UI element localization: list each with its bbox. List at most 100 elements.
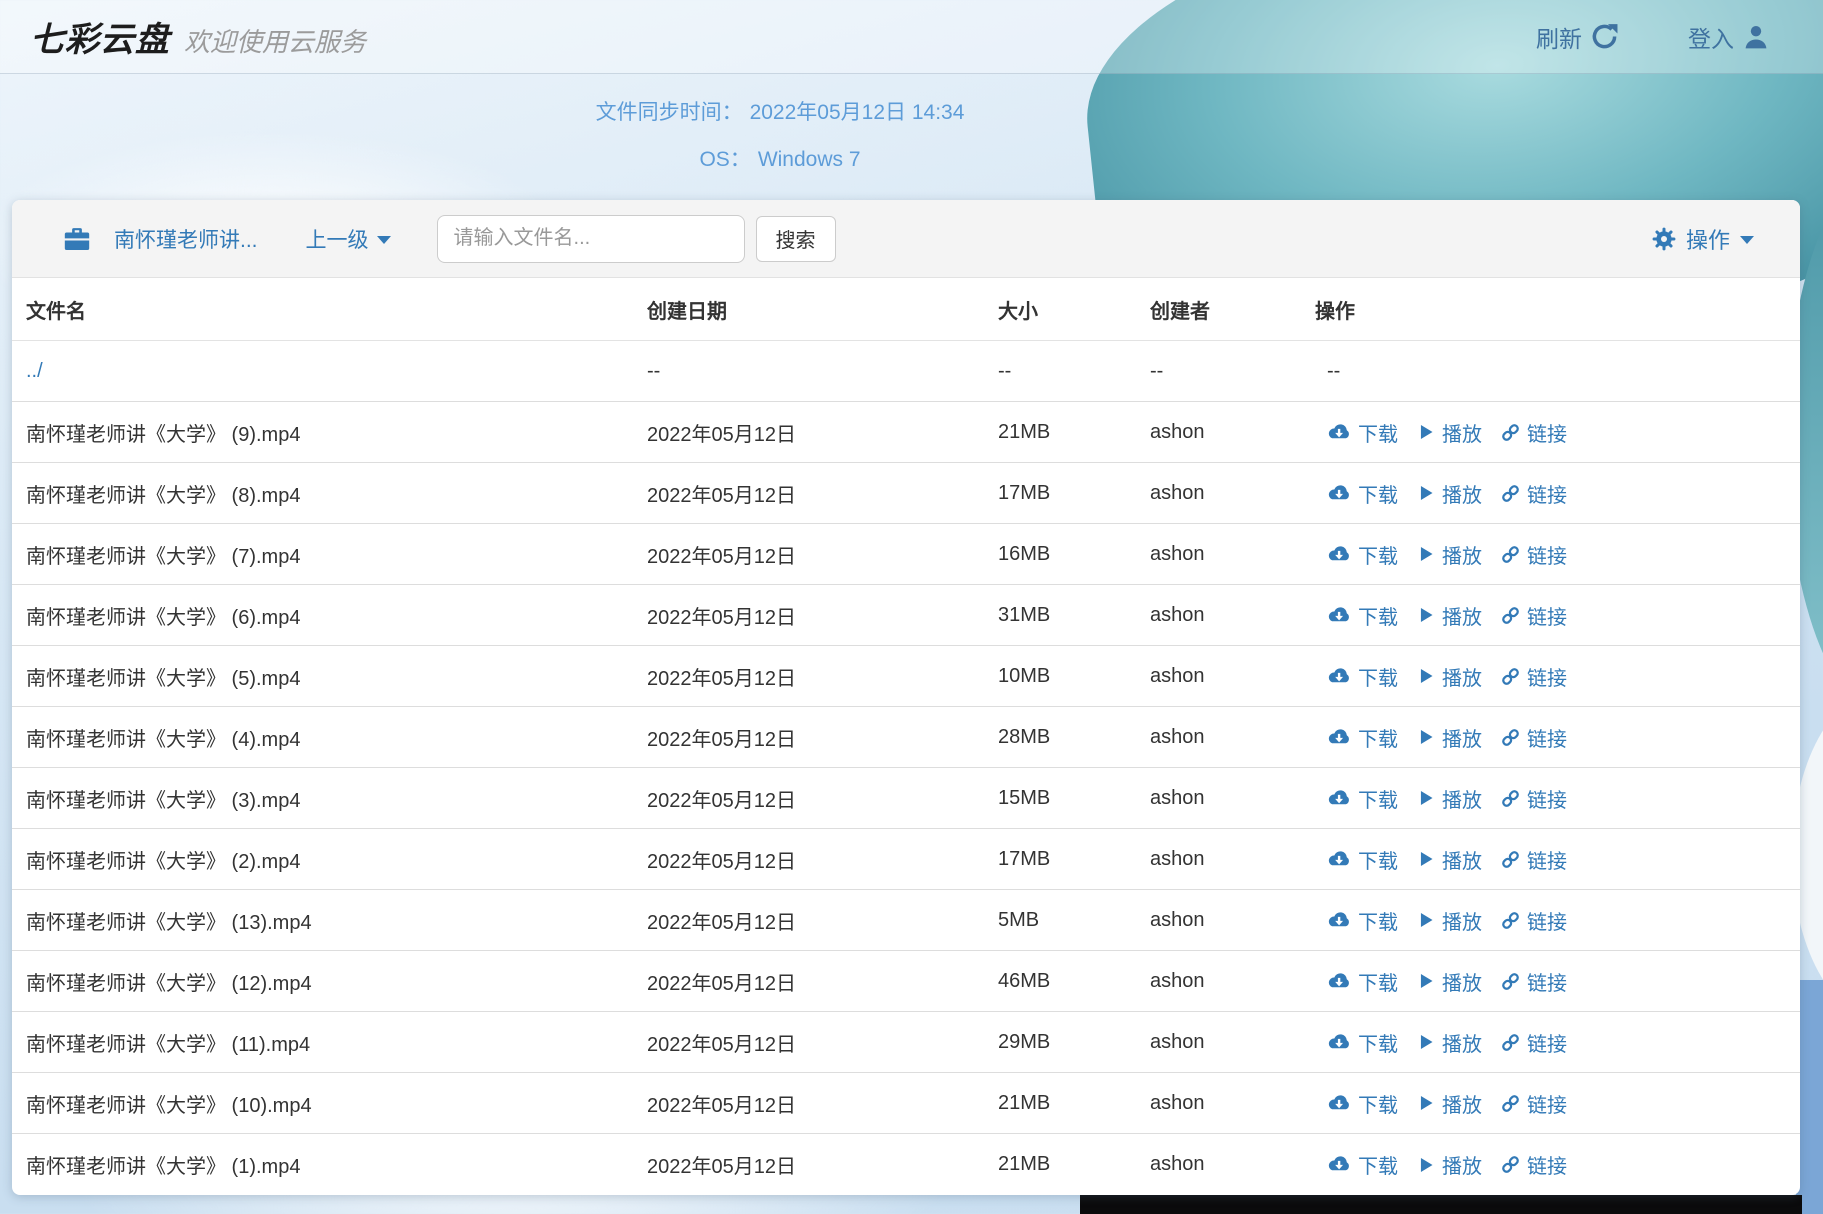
- download-link[interactable]: 下载: [1327, 540, 1398, 569]
- play-link[interactable]: 播放: [1417, 1089, 1482, 1118]
- parent-dir-size: --: [998, 360, 1150, 383]
- download-link[interactable]: 下载: [1327, 418, 1398, 447]
- file-size: 21MB: [998, 421, 1150, 444]
- gear-icon: [1652, 227, 1676, 251]
- file-actions: 下载 播放 链: [1315, 1150, 1800, 1179]
- link-link[interactable]: 链接: [1501, 1150, 1567, 1179]
- play-icon: [1417, 423, 1435, 441]
- link-icon: [1501, 789, 1520, 808]
- link-link[interactable]: 链接: [1501, 418, 1567, 447]
- play-label: 播放: [1442, 418, 1482, 447]
- cloud-download-icon: [1327, 729, 1351, 746]
- file-date: 2022年05月12日: [647, 784, 998, 813]
- file-size: 46MB: [998, 970, 1150, 993]
- file-actions: 下载 播放 链: [1315, 1028, 1800, 1057]
- link-icon: [1501, 1094, 1520, 1113]
- download-link[interactable]: 下载: [1327, 967, 1398, 996]
- link-link[interactable]: 链接: [1501, 784, 1567, 813]
- download-label: 下载: [1358, 662, 1398, 691]
- file-date: 2022年05月12日: [647, 1089, 998, 1118]
- cloud-download-icon: [1327, 485, 1351, 502]
- play-label: 播放: [1442, 784, 1482, 813]
- file-actions: 下载 播放 链: [1315, 967, 1800, 996]
- play-label: 播放: [1442, 906, 1482, 935]
- play-link[interactable]: 播放: [1417, 418, 1482, 447]
- download-link[interactable]: 下载: [1327, 723, 1398, 752]
- column-header-creator: 创建者: [1150, 295, 1315, 324]
- play-link[interactable]: 播放: [1417, 784, 1482, 813]
- download-link[interactable]: 下载: [1327, 662, 1398, 691]
- play-link[interactable]: 播放: [1417, 845, 1482, 874]
- search-input[interactable]: [437, 215, 745, 263]
- play-link[interactable]: 播放: [1417, 479, 1482, 508]
- play-link[interactable]: 播放: [1417, 906, 1482, 935]
- link-label: 链接: [1527, 784, 1567, 813]
- download-link[interactable]: 下载: [1327, 1028, 1398, 1057]
- link-link[interactable]: 链接: [1501, 723, 1567, 752]
- download-link[interactable]: 下载: [1327, 1089, 1398, 1118]
- file-creator: ashon: [1150, 970, 1315, 993]
- link-link[interactable]: 链接: [1501, 662, 1567, 691]
- file-table-body: ../ -- -- -- -- 南怀瑾老师讲《大学》 (9).mp4 2022年…: [12, 341, 1800, 1195]
- play-link[interactable]: 播放: [1417, 1028, 1482, 1057]
- link-icon: [1501, 606, 1520, 625]
- link-link[interactable]: 链接: [1501, 540, 1567, 569]
- refresh-button[interactable]: 刷新: [1536, 20, 1618, 54]
- link-link[interactable]: 链接: [1501, 601, 1567, 630]
- download-link[interactable]: 下载: [1327, 479, 1398, 508]
- download-link[interactable]: 下载: [1327, 845, 1398, 874]
- background-art-blue-strip: [1796, 980, 1823, 1214]
- top-header: 七彩云盘 欢迎使用云服务 刷新 登入: [0, 0, 1823, 74]
- download-link[interactable]: 下载: [1327, 906, 1398, 935]
- parent-dir-link[interactable]: ../: [26, 360, 43, 382]
- download-link[interactable]: 下载: [1327, 601, 1398, 630]
- cloud-download-icon: [1327, 973, 1351, 990]
- play-label: 播放: [1442, 540, 1482, 569]
- play-link[interactable]: 播放: [1417, 540, 1482, 569]
- file-creator: ashon: [1150, 848, 1315, 871]
- file-name: 南怀瑾老师讲《大学》 (6).mp4: [26, 601, 647, 630]
- actions-dropdown[interactable]: 操作: [1652, 223, 1754, 255]
- link-link[interactable]: 链接: [1501, 1028, 1567, 1057]
- link-link[interactable]: 链接: [1501, 845, 1567, 874]
- play-link[interactable]: 播放: [1417, 967, 1482, 996]
- link-icon: [1501, 728, 1520, 747]
- file-name: 南怀瑾老师讲《大学》 (13).mp4: [26, 906, 647, 935]
- column-header-actions: 操作: [1315, 295, 1800, 324]
- play-label: 播放: [1442, 967, 1482, 996]
- cloud-download-icon: [1327, 790, 1351, 807]
- link-icon: [1501, 667, 1520, 686]
- download-link[interactable]: 下载: [1327, 784, 1398, 813]
- parent-dir-actions: --: [1315, 360, 1800, 383]
- brand-title: 七彩云盘: [30, 12, 170, 61]
- sync-time-label: 文件同步时间：: [596, 101, 743, 124]
- file-date: 2022年05月12日: [647, 540, 998, 569]
- file-name: 南怀瑾老师讲《大学》 (9).mp4: [26, 418, 647, 447]
- current-folder-link[interactable]: 南怀瑾老师讲...: [114, 224, 258, 254]
- play-link[interactable]: 播放: [1417, 601, 1482, 630]
- up-level-dropdown[interactable]: 上一级: [306, 224, 391, 254]
- table-header: 文件名 创建日期 大小 创建者 操作: [12, 278, 1800, 341]
- link-link[interactable]: 链接: [1501, 1089, 1567, 1118]
- play-link[interactable]: 播放: [1417, 662, 1482, 691]
- file-actions: 下载 播放 链: [1315, 662, 1800, 691]
- download-link[interactable]: 下载: [1327, 1150, 1398, 1179]
- link-link[interactable]: 链接: [1501, 967, 1567, 996]
- file-date: 2022年05月12日: [647, 723, 998, 752]
- file-size: 10MB: [998, 665, 1150, 688]
- play-icon: [1417, 972, 1435, 990]
- brand: 七彩云盘 欢迎使用云服务: [30, 12, 366, 61]
- link-link[interactable]: 链接: [1501, 479, 1567, 508]
- play-label: 播放: [1442, 1089, 1482, 1118]
- download-label: 下载: [1358, 845, 1398, 874]
- play-icon: [1417, 789, 1435, 807]
- brand-subtitle: 欢迎使用云服务: [184, 22, 366, 59]
- file-panel: 南怀瑾老师讲... 上一级 搜索 操作: [12, 200, 1800, 1195]
- link-link[interactable]: 链接: [1501, 906, 1567, 935]
- login-button[interactable]: 登入: [1688, 20, 1769, 54]
- play-link[interactable]: 播放: [1417, 723, 1482, 752]
- search-button[interactable]: 搜索: [756, 216, 836, 262]
- play-link[interactable]: 播放: [1417, 1150, 1482, 1179]
- parent-dir-row: ../ -- -- -- --: [12, 341, 1800, 402]
- link-label: 链接: [1527, 1150, 1567, 1179]
